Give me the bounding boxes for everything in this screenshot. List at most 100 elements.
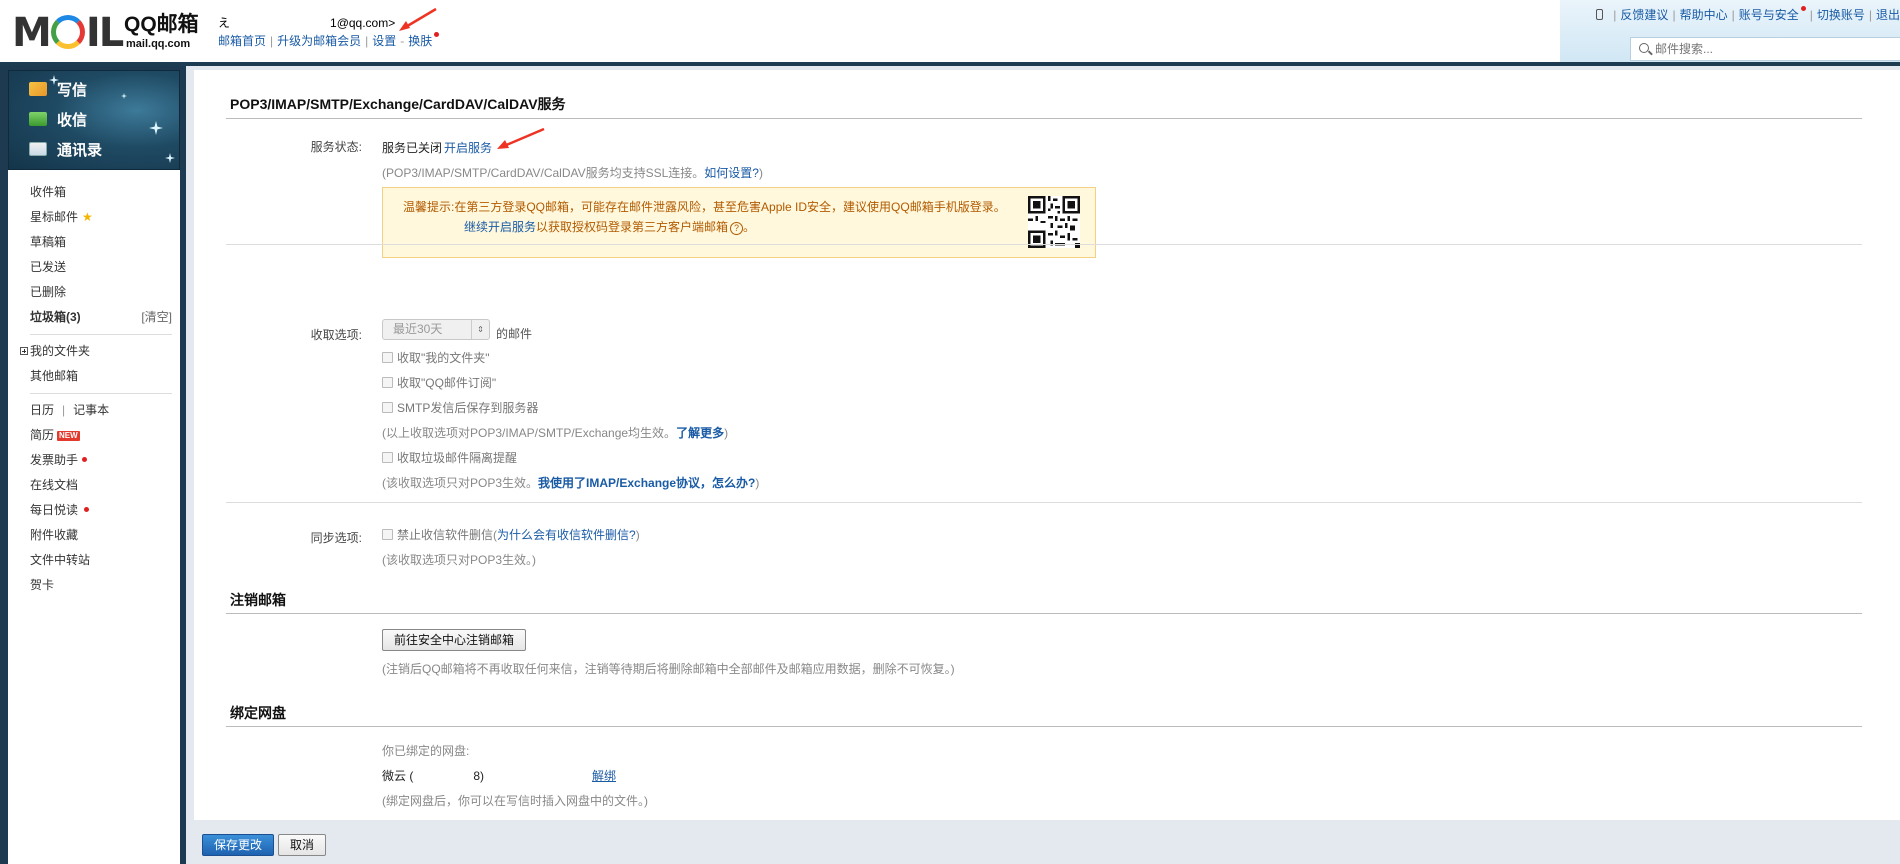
mobile-phone-icon[interactable] bbox=[1596, 9, 1604, 20]
sidebar-item-attachments[interactable]: 附件收藏 bbox=[8, 523, 180, 548]
receive-label: 收信 bbox=[57, 111, 88, 129]
logout-link[interactable]: 退出 bbox=[1876, 8, 1900, 22]
sidebar-item-online-docs[interactable]: 在线文档 bbox=[8, 473, 180, 498]
checkbox-box[interactable] bbox=[382, 352, 393, 363]
sidebar-item-spam[interactable]: 垃圾箱(3) [清空] bbox=[8, 305, 180, 330]
receive-my-folders-checkbox[interactable]: 收取"我的文件夹" bbox=[382, 349, 490, 366]
mailbox-home-link[interactable]: 邮箱首页 bbox=[218, 34, 266, 48]
bound-netdisk-label: 你已绑定的网盘: bbox=[382, 744, 470, 758]
mail-search-box[interactable] bbox=[1630, 37, 1900, 61]
starred-label: 星标邮件 bbox=[30, 210, 79, 224]
receive-qq-subscription-checkbox[interactable]: 收取"QQ邮件订阅" bbox=[382, 374, 496, 391]
ssl-note-text: (POP3/IMAP/SMTP/CardDAV/CalDAV服务均支持SSL连接… bbox=[382, 166, 705, 180]
receive-range-select[interactable]: 最近30天 ⇕ bbox=[382, 319, 490, 340]
continue-enable-link[interactable]: 继续开启服务 bbox=[464, 220, 536, 234]
user-email: え 1@qq.com> bbox=[218, 14, 395, 31]
user-email-suffix: 1@qq.com> bbox=[330, 16, 396, 30]
notification-dot-icon bbox=[84, 507, 90, 512]
checkbox-box[interactable] bbox=[382, 529, 393, 540]
checkbox-label: 收取垃圾邮件隔离提醒 bbox=[397, 451, 518, 465]
upgrade-member-link[interactable]: 升级为邮箱会员 bbox=[277, 34, 361, 48]
checkbox-box[interactable] bbox=[382, 452, 393, 463]
cancel-button[interactable]: 取消 bbox=[278, 834, 327, 856]
daily-reading-label: 每日悦读 bbox=[30, 503, 79, 517]
tip-text-2: 以获取授权码登录第三方客户端邮箱 bbox=[536, 220, 729, 234]
sidebar: 写信 收信 通讯录 收件箱 星标邮件 ★ 草稿箱 已发送 已删除 垃圾箱(3) [清… bbox=[0, 66, 186, 864]
sidebar-item-sent[interactable]: 已发送 bbox=[8, 255, 180, 280]
change-skin-link[interactable]: 换肤 bbox=[408, 34, 432, 48]
enable-service-link[interactable]: 开启服务 bbox=[444, 139, 492, 156]
receive-suffix: 的邮件 bbox=[496, 327, 533, 341]
compose-button[interactable]: 写信 bbox=[29, 77, 87, 101]
ssl-note: (POP3/IMAP/SMTP/CardDAV/CalDAV服务均支持SSL连接… bbox=[382, 164, 763, 181]
how-to-set-link[interactable]: 如何设置? bbox=[704, 166, 759, 180]
section-title-services: POP3/IMAP/SMTP/Exchange/CardDAV/CalDAV服务 bbox=[230, 96, 566, 112]
calendar-link[interactable]: 日历 bbox=[30, 403, 54, 417]
account-security-link[interactable]: 账号与安全 bbox=[1739, 8, 1799, 22]
weiyun-prefix: 微云 ( bbox=[382, 769, 414, 783]
nav-divider bbox=[30, 334, 172, 335]
notification-dot-icon bbox=[1800, 6, 1806, 11]
feedback-link[interactable]: 反馈建议 bbox=[1620, 8, 1668, 22]
save-changes-button[interactable]: 保存更改 bbox=[202, 834, 275, 856]
sidebar-item-my-folders[interactable]: 我的文件夹 bbox=[8, 339, 180, 364]
checkbox-box[interactable] bbox=[382, 377, 393, 388]
settings-content: POP3/IMAP/SMTP/Exchange/CardDAV/CalDAV服务… bbox=[194, 70, 1900, 820]
main-area: POP3/IMAP/SMTP/Exchange/CardDAV/CalDAV服务… bbox=[186, 66, 1900, 864]
receive-note: (以上收取选项对POP3/IMAP/SMTP/Exchange均生效。了解更多) bbox=[382, 424, 728, 441]
sidebar-item-greeting-cards[interactable]: 贺卡 bbox=[8, 573, 180, 598]
sidebar-item-deleted[interactable]: 已删除 bbox=[8, 280, 180, 305]
imap-help-link[interactable]: 我使用了IMAP/Exchange协议，怎么办? bbox=[538, 476, 755, 490]
help-center-link[interactable]: 帮助中心 bbox=[1680, 8, 1728, 22]
compose-panel: 写信 收信 通讯录 bbox=[8, 70, 180, 170]
section-divider bbox=[226, 502, 1862, 503]
mail-search-input[interactable] bbox=[1655, 38, 1875, 60]
moil-logo-mark: M IL bbox=[12, 10, 124, 56]
help-question-icon[interactable]: ? bbox=[730, 222, 744, 235]
sidebar-item-drafts[interactable]: 草稿箱 bbox=[8, 230, 180, 255]
switch-account-link[interactable]: 切换账号 bbox=[1817, 8, 1865, 22]
sidebar-item-starred[interactable]: 星标邮件 ★ bbox=[8, 205, 180, 230]
contacts-button[interactable]: 通讯录 bbox=[29, 137, 102, 161]
bind-note: (绑定网盘后，你可以在写信时插入网盘中的文件。) bbox=[382, 794, 648, 808]
section-divider bbox=[226, 244, 1862, 245]
receive-mail-button[interactable]: 收信 bbox=[29, 107, 87, 131]
sidebar-item-file-transfer[interactable]: 文件中转站 bbox=[8, 548, 180, 573]
sidebar-item-daily-reading[interactable]: 每日悦读 bbox=[8, 498, 180, 523]
clear-spam-link[interactable]: [清空] bbox=[141, 305, 172, 330]
smtp-save-checkbox[interactable]: SMTP发信后保存到服务器 bbox=[382, 399, 538, 416]
checkbox-label: SMTP发信后保存到服务器 bbox=[397, 401, 539, 415]
notes-link[interactable]: 记事本 bbox=[73, 403, 109, 417]
checkbox-label: 禁止收信软件删信 bbox=[397, 528, 494, 542]
checkbox-label: 收取"QQ邮件订阅" bbox=[397, 376, 497, 390]
checkbox-box[interactable] bbox=[382, 402, 393, 413]
forbid-client-delete-checkbox[interactable]: 禁止收信软件删信(为什么会有收信软件删信?) bbox=[382, 526, 640, 543]
cancel-mailbox-button[interactable]: 前往安全中心注销邮箱 bbox=[382, 629, 527, 651]
weiyun-suffix: 8) bbox=[473, 769, 485, 783]
unbind-link[interactable]: 解绑 bbox=[592, 767, 616, 784]
bottom-action-bar: 保存更改 取消 bbox=[194, 820, 1900, 864]
contacts-label: 通讯录 bbox=[57, 141, 103, 159]
brand-name: QQ邮箱 bbox=[124, 13, 199, 36]
settings-link[interactable]: 设置 bbox=[372, 34, 396, 48]
expand-icon[interactable] bbox=[20, 347, 28, 355]
why-delete-link[interactable]: 为什么会有收信软件删信? bbox=[497, 526, 636, 543]
star-icon: ★ bbox=[82, 210, 93, 224]
service-status-label: 服务状态: bbox=[310, 140, 362, 154]
redacted-area bbox=[230, 17, 330, 27]
sidebar-item-resume[interactable]: 简历 NEW bbox=[8, 423, 180, 448]
spam-reminder-checkbox[interactable]: 收取垃圾邮件隔离提醒 bbox=[382, 449, 517, 466]
warning-tip-box: 温馨提示:在第三方登录QQ邮箱，可能存在邮件泄露风险，甚至危害Apple ID安… bbox=[382, 187, 1096, 258]
compose-label: 写信 bbox=[57, 81, 88, 99]
section-divider bbox=[226, 726, 1862, 727]
tip-label: 温馨提示: bbox=[403, 200, 455, 214]
learn-more-link[interactable]: 了解更多 bbox=[676, 426, 724, 440]
header: M IL QQ邮箱 mail.qq.com え 1@qq.com> 邮箱首页 | 升级为… bbox=[0, 0, 1900, 66]
top-links: 邮箱首页 | 升级为邮箱会员 | 设置 - 换肤 bbox=[218, 32, 440, 49]
spam-label: 垃圾箱(3) bbox=[30, 310, 81, 324]
sidebar-item-other-mail[interactable]: 其他邮箱 bbox=[8, 364, 180, 389]
sidebar-item-inbox[interactable]: 收件箱 bbox=[8, 180, 180, 205]
section-title-bind-netdisk: 绑定网盘 bbox=[230, 705, 286, 721]
qq-mail-logo[interactable]: M IL QQ邮箱 mail.qq.com bbox=[12, 10, 202, 56]
sidebar-item-invoice[interactable]: 发票助手 bbox=[8, 448, 180, 473]
